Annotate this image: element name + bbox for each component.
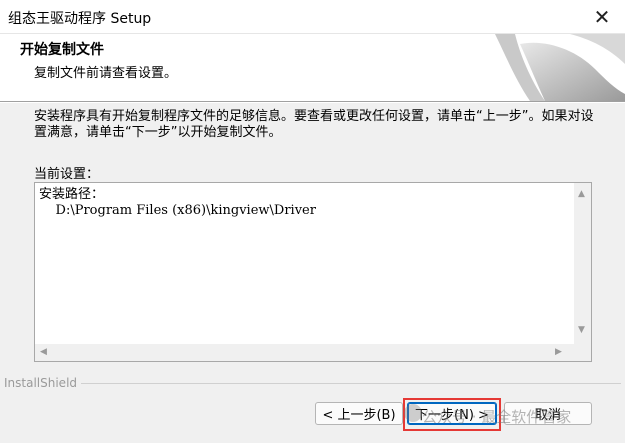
header-separator bbox=[0, 101, 625, 103]
scroll-right-icon[interactable]: ▶ bbox=[555, 347, 562, 357]
vertical-scrollbar[interactable]: ▲ ▼ bbox=[574, 183, 591, 344]
settings-textbox[interactable]: 安装路径： D:\Program Files (x86)\kingview\Dr… bbox=[34, 182, 592, 362]
settings-content: 安装路径： D:\Program Files (x86)\kingview\Dr… bbox=[39, 187, 316, 218]
back-button[interactable]: < 上一步(B) bbox=[315, 402, 403, 425]
info-text: 安装程序具有开始复制程序文件的足够信息。要查看或更改任何设置，请单击“上一步”。… bbox=[34, 109, 594, 140]
footer-separator bbox=[81, 383, 621, 384]
installshield-graphic-icon bbox=[495, 34, 625, 101]
title-bar: 组态王驱动程序 Setup ✕ bbox=[0, 0, 625, 34]
current-settings-label: 当前设置： bbox=[34, 167, 100, 182]
installshield-brand: InstallShield bbox=[4, 376, 78, 390]
page-subtitle: 复制文件前请查看设置。 bbox=[34, 66, 178, 81]
page-title: 开始复制文件 bbox=[20, 42, 104, 58]
header-panel: 开始复制文件 复制文件前请查看设置。 bbox=[0, 34, 625, 101]
watermark-text: 公众号 · 最全软件管家 bbox=[422, 408, 572, 426]
watermark-icon bbox=[404, 404, 422, 422]
scroll-left-icon[interactable]: ◀ bbox=[40, 347, 47, 357]
horizontal-scrollbar[interactable]: ◀ ▶ bbox=[35, 344, 574, 361]
window-title: 组态王驱动程序 Setup bbox=[8, 11, 152, 27]
close-icon[interactable]: ✕ bbox=[579, 0, 625, 33]
scroll-down-icon[interactable]: ▼ bbox=[578, 325, 585, 335]
scrollbar-corner bbox=[574, 344, 591, 361]
scroll-up-icon[interactable]: ▲ bbox=[578, 189, 585, 199]
